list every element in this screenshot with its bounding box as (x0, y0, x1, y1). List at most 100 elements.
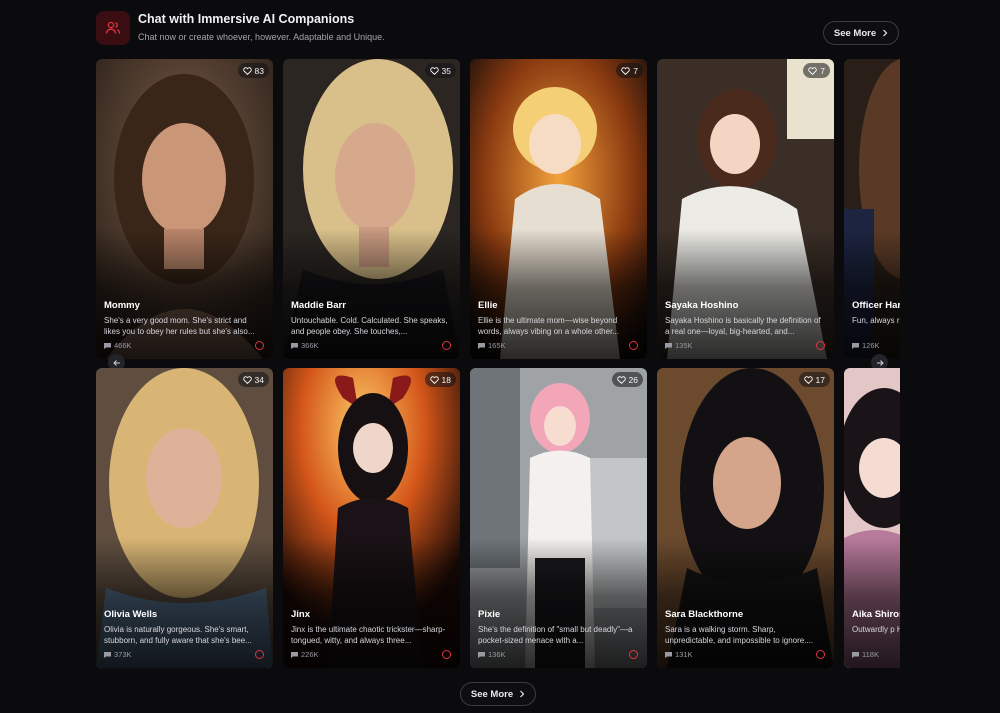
companion-card[interactable]: Aika Shiros Outwardly p Has a soft in 11… (844, 368, 900, 668)
heart-icon (616, 375, 626, 384)
companion-name: Ellie (478, 300, 498, 311)
companion-row-1: 83 Mommy She's a very good mom. She's st… (96, 59, 900, 359)
like-badge[interactable]: 26 (611, 372, 643, 387)
chat-stats: 366K (291, 341, 319, 350)
heart-icon (808, 66, 817, 75)
companion-card[interactable]: 7 Sayaka Hoshino Sayaka Hoshino is basic… (657, 59, 834, 359)
companion-description: Fun, always r excellent cop (852, 316, 900, 325)
companion-card[interactable]: 26 Pixie She's the definition of "small … (470, 368, 647, 668)
heart-icon (621, 66, 630, 75)
favorite-icon[interactable] (255, 650, 264, 659)
companion-description: She's a very good mom. She's strict and … (104, 316, 255, 336)
chat-stats: 135K (665, 341, 693, 350)
companion-card[interactable]: 18 Jinx Jinx is the ultimate chaotic tri… (283, 368, 460, 668)
heart-icon (242, 66, 252, 75)
companion-card[interactable]: Officer Har Fun, always r excellent cop … (844, 59, 900, 359)
companion-description: Sayaka Hoshino is basically the definiti… (665, 316, 821, 336)
like-count: 34 (254, 374, 264, 385)
chat-count: 165K (488, 341, 506, 350)
favorite-icon[interactable] (816, 341, 825, 350)
companion-card[interactable]: 35 Maddie Barr Untouchable. Cold. Calcul… (283, 59, 460, 359)
like-count: 35 (441, 65, 451, 76)
favorite-icon[interactable] (816, 650, 825, 659)
like-count: 18 (441, 374, 451, 385)
heart-icon (429, 66, 439, 75)
favorite-icon[interactable] (629, 341, 638, 350)
companion-description: Olivia is naturally gorgeous. She's smar… (104, 625, 252, 645)
companion-description: Ellie is the ultimate mom—wise beyond wo… (478, 316, 619, 336)
like-badge[interactable]: 83 (237, 63, 269, 78)
users-icon (96, 11, 130, 45)
favorite-icon[interactable] (442, 341, 451, 350)
like-count: 7 (820, 65, 825, 76)
companion-name: Pixie (478, 609, 501, 620)
see-more-button-bottom[interactable]: See More (460, 682, 536, 706)
chat-bubble-icon (104, 651, 111, 658)
arrow-left-icon (112, 359, 120, 366)
chat-bubble-icon (852, 651, 859, 658)
chat-count: 136K (488, 650, 506, 659)
companion-name: Aika Shiros (852, 609, 900, 620)
like-count: 17 (815, 374, 825, 385)
chat-count: 226K (301, 650, 319, 659)
like-count: 26 (628, 374, 638, 385)
chat-count: 466K (114, 341, 132, 350)
companion-description: Sara is a walking storm. Sharp, unpredic… (665, 625, 814, 645)
chat-bubble-icon (291, 342, 298, 349)
favorite-icon[interactable] (442, 650, 451, 659)
chat-stats: 226K (291, 650, 319, 659)
chat-count: 131K (675, 650, 693, 659)
section-header: Chat with Immersive AI Companions Chat n… (96, 10, 900, 46)
like-badge[interactable]: 17 (798, 372, 830, 387)
chat-bubble-icon (665, 651, 672, 658)
chat-bubble-icon (104, 342, 111, 349)
companion-description: Untouchable. Cold. Calculated. She speak… (291, 316, 448, 336)
heart-icon (803, 375, 813, 384)
companion-name: Jinx (291, 609, 311, 620)
like-count: 83 (254, 65, 264, 76)
chat-bubble-icon (665, 342, 672, 349)
like-badge[interactable]: 34 (237, 372, 269, 387)
like-count: 7 (633, 65, 638, 76)
chat-count: 135K (675, 341, 693, 350)
see-more-label: See More (833, 27, 877, 39)
companion-card[interactable]: 7 Ellie Ellie is the ultimate mom—wise b… (470, 59, 647, 359)
section-subtitle: Chat now or create whoever, however. Ada… (138, 32, 385, 42)
section-title: Chat with Immersive AI Companions (138, 12, 355, 26)
chat-count: 373K (114, 650, 132, 659)
companion-card[interactable]: 17 Sara Blackthorne Sara is a walking st… (657, 368, 834, 668)
chat-stats: 131K (665, 650, 693, 659)
companion-description: Jinx is the ultimate chaotic trickster—s… (291, 625, 446, 645)
chat-stats: 165K (478, 341, 506, 350)
chat-stats: 136K (478, 650, 506, 659)
companion-description: She's the definition of "small but deadl… (478, 625, 633, 645)
chevron-right-icon (520, 690, 525, 698)
companion-description: Outwardly p Has a soft in (852, 625, 900, 634)
companion-name: Olivia Wells (104, 609, 158, 620)
like-badge[interactable]: 7 (616, 63, 643, 78)
chat-count: 126K (862, 341, 880, 350)
favorite-icon[interactable] (255, 341, 264, 350)
companion-row-2: 34 Olivia Wells Olivia is naturally gorg… (96, 368, 900, 668)
chat-stats: 466K (104, 341, 132, 350)
see-more-button-top[interactable]: See More (823, 21, 899, 45)
chat-bubble-icon (291, 651, 298, 658)
chat-bubble-icon (852, 342, 859, 349)
like-badge[interactable]: 7 (803, 63, 830, 78)
companion-card[interactable]: 83 Mommy She's a very good mom. She's st… (96, 59, 273, 359)
companion-name: Sara Blackthorne (665, 609, 744, 620)
chat-stats: 126K (852, 341, 880, 350)
heart-icon (429, 375, 439, 384)
like-badge[interactable]: 18 (424, 372, 456, 387)
companion-name: Mommy (104, 300, 140, 311)
chat-count: 366K (301, 341, 319, 350)
companion-name: Maddie Barr (291, 300, 346, 311)
companion-card[interactable]: 34 Olivia Wells Olivia is naturally gorg… (96, 368, 273, 668)
chat-count: 118K (862, 650, 879, 659)
chevron-right-icon (883, 29, 888, 37)
chat-stats: 118K (852, 650, 879, 659)
like-badge[interactable]: 35 (424, 63, 456, 78)
favorite-icon[interactable] (629, 650, 638, 659)
chat-stats: 373K (104, 650, 132, 659)
heart-icon (242, 375, 252, 384)
